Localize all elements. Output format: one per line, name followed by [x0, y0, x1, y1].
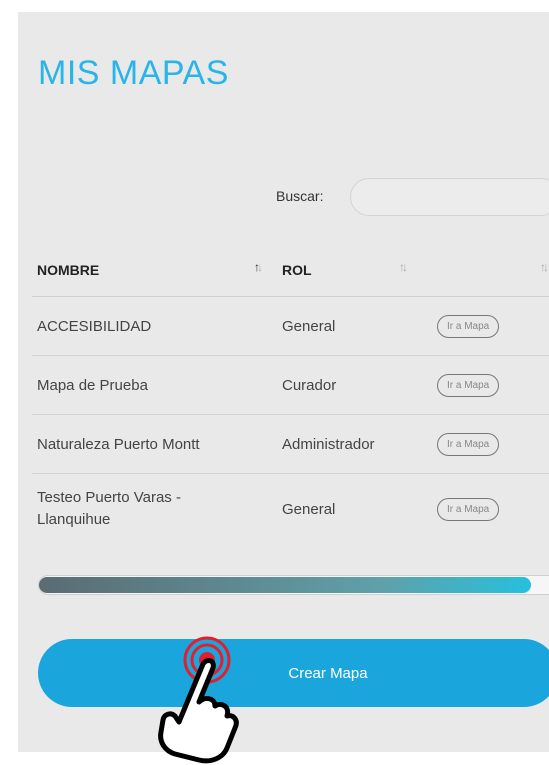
column-header-action[interactable]: ↑↓	[432, 244, 549, 297]
page-title: MIS MAPAS	[38, 54, 229, 92]
go-to-map-button[interactable]: Ir a Mapa	[437, 497, 500, 521]
sort-arrows-icon[interactable]: ↑↓	[399, 260, 408, 274]
map-role-cell: General	[277, 296, 432, 356]
table-header-row: NOMBRE ↑↓ ROL ↑↓ ↑↓	[32, 244, 549, 297]
column-header-name-label: NOMBRE	[37, 262, 100, 278]
table-row: Testeo Puerto Varas - Llanquihue General…	[32, 474, 549, 545]
go-to-map-button[interactable]: Ir a Mapa	[437, 432, 500, 456]
map-name-cell: Testeo Puerto Varas - Llanquihue	[37, 489, 181, 528]
horizontal-scrollbar[interactable]	[38, 575, 549, 595]
create-map-button[interactable]: Crear Mapa	[38, 639, 549, 707]
map-name-cell: Naturaleza Puerto Montt	[32, 414, 277, 474]
map-role-cell: General	[282, 500, 336, 518]
maps-table: NOMBRE ↑↓ ROL ↑↓ ↑↓ ACCESIBILIDAD Genera…	[32, 244, 549, 544]
map-name-cell: ACCESIBILIDAD	[32, 296, 277, 356]
create-map-button-label: Crear Mapa	[288, 664, 368, 682]
map-role-cell: Curador	[277, 355, 432, 415]
go-to-map-button[interactable]: Ir a Mapa	[437, 373, 500, 397]
table-row: Mapa de Prueba Curador Ir a Mapa	[32, 355, 549, 415]
go-to-map-button[interactable]: Ir a Mapa	[437, 314, 500, 338]
search-label: Buscar:	[276, 188, 324, 204]
map-role-cell: Administrador	[277, 414, 432, 474]
search-input[interactable]	[350, 178, 549, 216]
table-row: ACCESIBILIDAD General Ir a Mapa	[32, 296, 549, 356]
scrollbar-thumb[interactable]	[39, 577, 531, 593]
map-name-cell: Mapa de Prueba	[32, 355, 277, 415]
hand-pointer-icon	[158, 636, 239, 764]
sort-arrows-icon[interactable]: ↑↓	[540, 260, 549, 274]
sort-arrows-icon[interactable]: ↑↓	[254, 260, 263, 274]
column-header-role-label: ROL	[282, 262, 312, 278]
column-header-role[interactable]: ROL ↑↓	[277, 244, 432, 297]
column-header-name[interactable]: NOMBRE ↑↓	[32, 244, 277, 297]
table-row: Naturaleza Puerto Montt Administrador Ir…	[32, 414, 549, 474]
maps-panel: MIS MAPAS Buscar: NOMBRE ↑↓ ROL ↑↓ ↑↓ AC…	[18, 12, 549, 752]
